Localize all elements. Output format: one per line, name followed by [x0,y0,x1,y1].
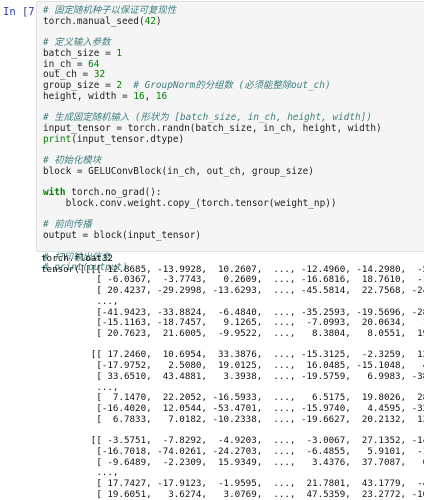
code-line: output = block(input_tensor) [43,230,421,242]
code-comment: # 初始化模块 [43,155,102,167]
code-token: 32 [93,69,106,81]
code-token: (input_tensor.dtype) [71,133,185,145]
code-comment: # GroupNorm的分组数 (必须能整除out_ch) [133,80,331,92]
code-token: with [43,187,66,199]
code-token: height, width = [43,90,134,102]
code-comment: # 定义输入参数 [43,37,111,49]
code-token: out_ch = [43,69,94,81]
code-token: group_size = [43,80,117,92]
code-line: block.conv.weight.copy_(torch.tensor(wei… [43,197,421,210]
code-token: torch.no_grad(): [65,187,162,199]
output-line: [ 20.7623, 21.6005, -9.9522, ..., 8.3804… [96,328,424,340]
code-token: 16 [155,90,168,102]
code-token: 42 [144,15,156,27]
output-line: [ 6.7833, 7.0182, -10.2338, ..., -19.662… [96,413,424,425]
code-line: batch_size = 1 [43,47,421,60]
cell-output: torch.float32 tensor([[[[ 12.8685, -13.99… [41,253,424,500]
code-token: print [43,133,72,145]
code-line: torch.manual_seed(42) [43,15,421,28]
code-line: height, width = 16, 16 [43,90,421,103]
code-line: block = GELUConvBlock(in_ch, out_ch, gro… [43,165,421,178]
code-token: , [144,90,156,102]
output-line: [ 19.6051, 3.6274, 3.0769, ..., 47.5359,… [96,488,424,500]
code-comment: # 生成固定随机输入 (形状为 [batch_size, in_ch, heig… [43,112,372,124]
code-token: input_tensor = torch.randn(batch_size, i… [43,122,382,134]
code-token: 1 [116,47,123,59]
code-comment: # 前向传播 [43,219,92,231]
code-token: ) [155,15,162,27]
notebook-cell: In [7]: # 固定随机种子以保证可复现性 torch.manual_seed… [0,0,424,500]
code-line: print(input_tensor.dtype) [43,133,421,146]
code-token: block.conv.weight.copy_(torch.tensor(wei… [43,197,337,209]
code-token: output = block(input_tensor) [43,230,202,242]
code-token: batch_size = [43,47,117,59]
code-editor[interactable]: # 固定随机种子以保证可复现性 torch.manual_seed(42) # 定义… [36,1,424,273]
code-token: torch.manual_seed( [43,15,145,27]
code-token: 16 [133,90,145,102]
code-token: in_ch = [43,58,89,70]
code-token: 64 [88,58,100,70]
output-line: ..., [41,295,119,307]
code-comment: # 固定随机种子以保证可复现性 [43,5,177,16]
code-token: block = GELUConvBlock(in_ch, out_ch, gro… [43,165,314,177]
